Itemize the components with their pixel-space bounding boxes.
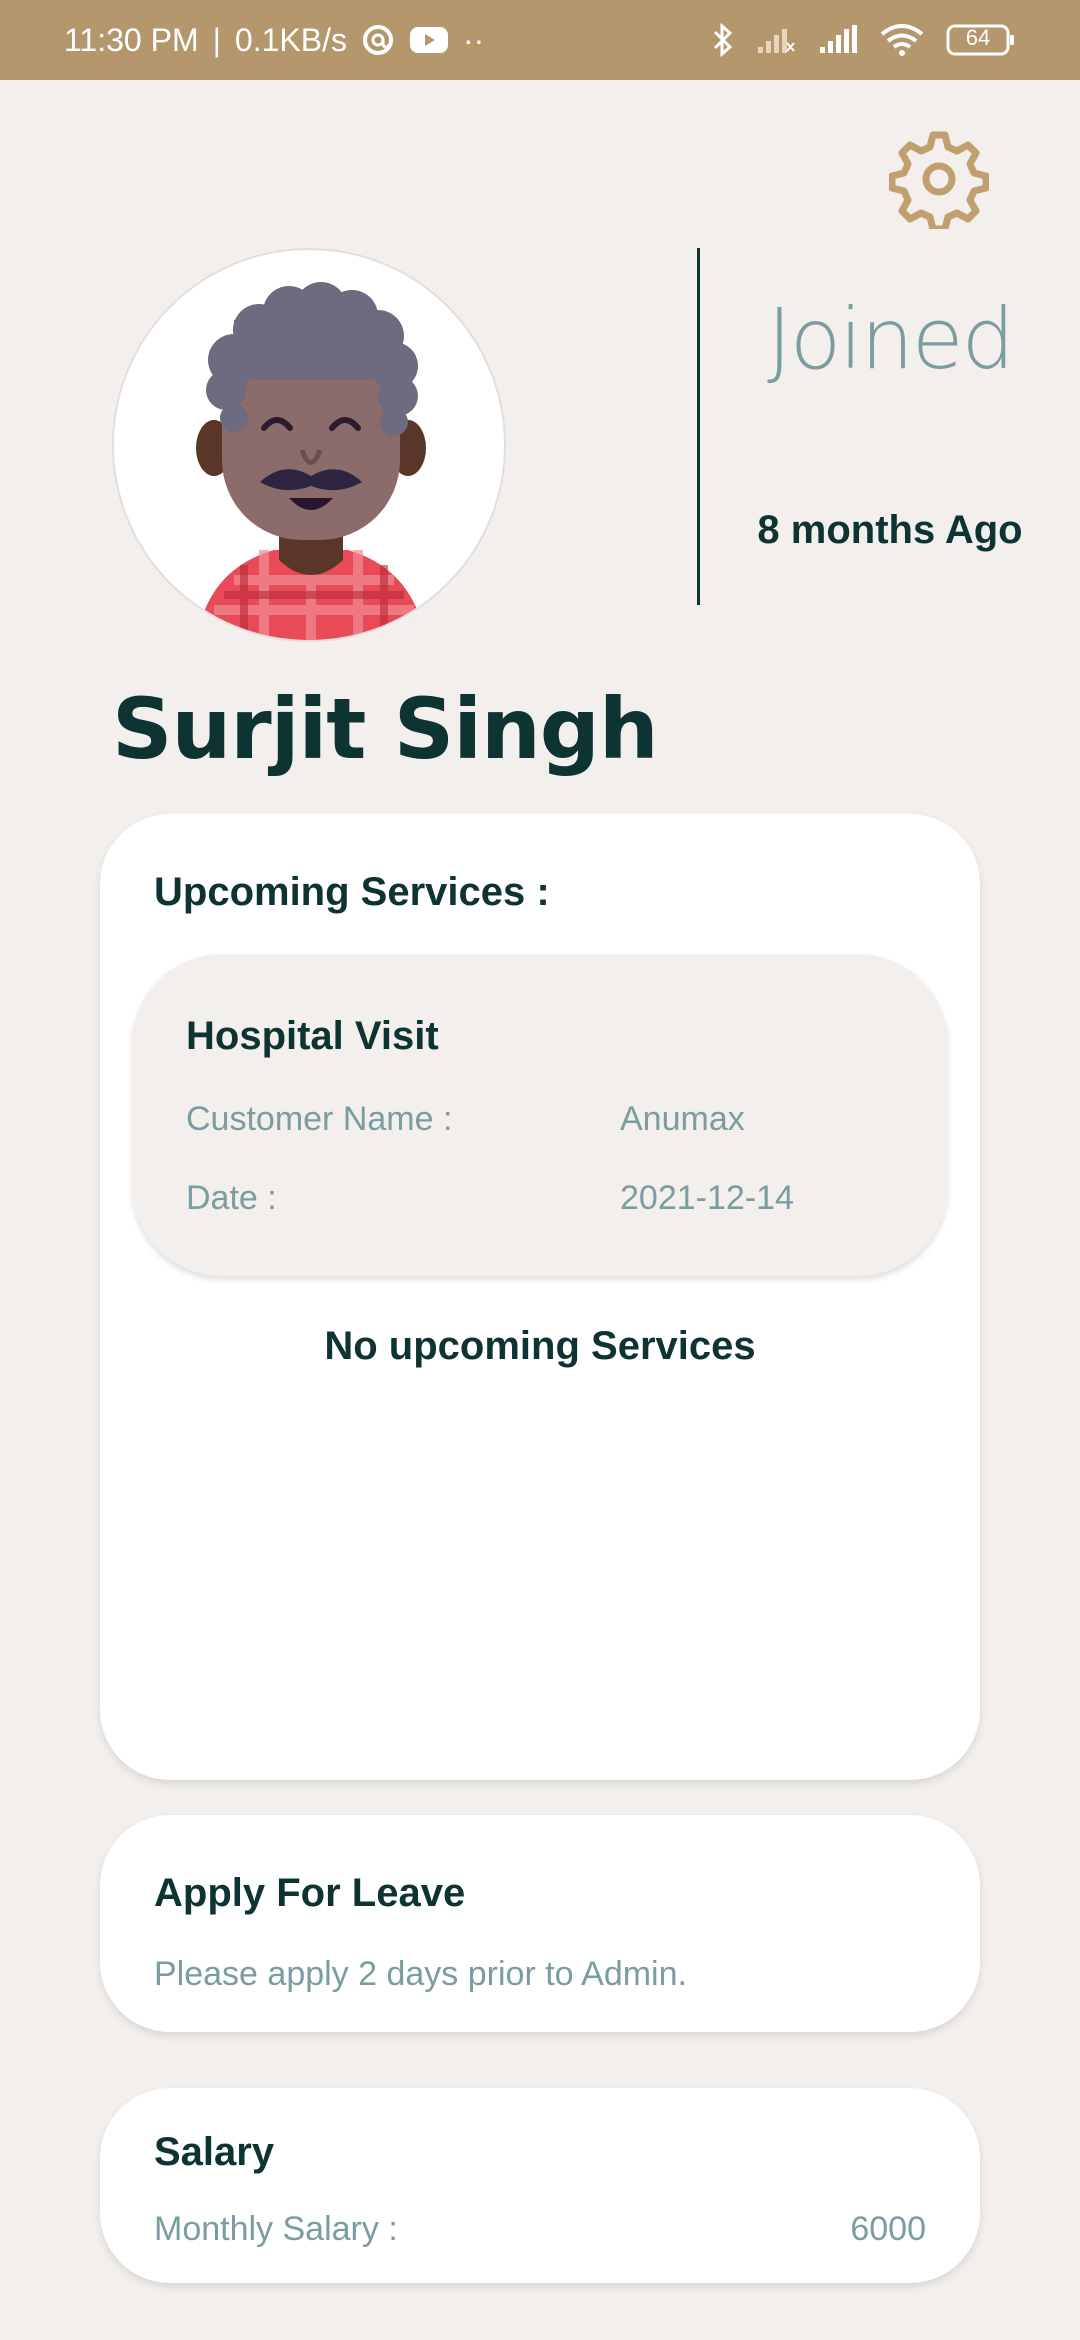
youtube-icon [409,25,449,55]
upcoming-services-title: Upcoming Services : [154,870,550,914]
battery-level: 64 [965,25,991,50]
bluetooth-icon [712,22,734,58]
avatar [112,248,506,642]
status-separator: | [212,21,221,58]
service-item[interactable]: Hospital Visit Customer Name : Anumax Da… [132,954,948,1276]
status-time: 11:30 PM [64,21,199,58]
apply-leave-subtitle: Please apply 2 days prior to Admin. [154,1955,687,1993]
at-sign-icon [361,23,395,57]
battery-icon: 64 [946,23,1016,57]
apply-leave-title: Apply For Leave [154,1871,466,1915]
signal-strong-icon [818,25,858,55]
date-label: Date : [186,1179,277,1217]
wifi-icon [880,24,924,56]
joined-label: Joined [767,290,1015,388]
status-left: 11:30 PM | 0.1KB/s ·· [64,22,484,59]
apply-leave-card[interactable]: Apply For Leave Please apply 2 days prio… [100,1815,980,2032]
settings-button[interactable] [884,124,994,234]
salary-title: Salary [154,2130,275,2174]
signal-weak-icon [756,25,796,55]
user-name: Surjit Singh [112,680,659,778]
monthly-salary-label: Monthly Salary : [154,2210,398,2248]
status-more-dots: ·· [462,21,485,58]
date-value: 2021-12-14 [620,1179,794,1217]
status-speed: 0.1KB/s [234,21,347,58]
service-title: Hospital Visit [186,1014,439,1058]
status-right: 64 [712,22,1016,58]
status-bar: 11:30 PM | 0.1KB/s ·· 64 [0,0,1080,80]
customer-name-label: Customer Name : [186,1100,453,1138]
upcoming-services-card: Upcoming Services : Hospital Visit Custo… [100,814,980,1780]
no-upcoming-services-text: No upcoming Services [324,1324,756,1368]
customer-name-value: Anumax [620,1100,745,1138]
salary-card: Salary Monthly Salary : 6000 [100,2088,980,2283]
avatar-illustration [196,282,426,640]
gear-icon [889,131,989,229]
monthly-salary-value: 6000 [850,2210,926,2248]
joined-duration: 8 months Ago [757,508,1023,552]
